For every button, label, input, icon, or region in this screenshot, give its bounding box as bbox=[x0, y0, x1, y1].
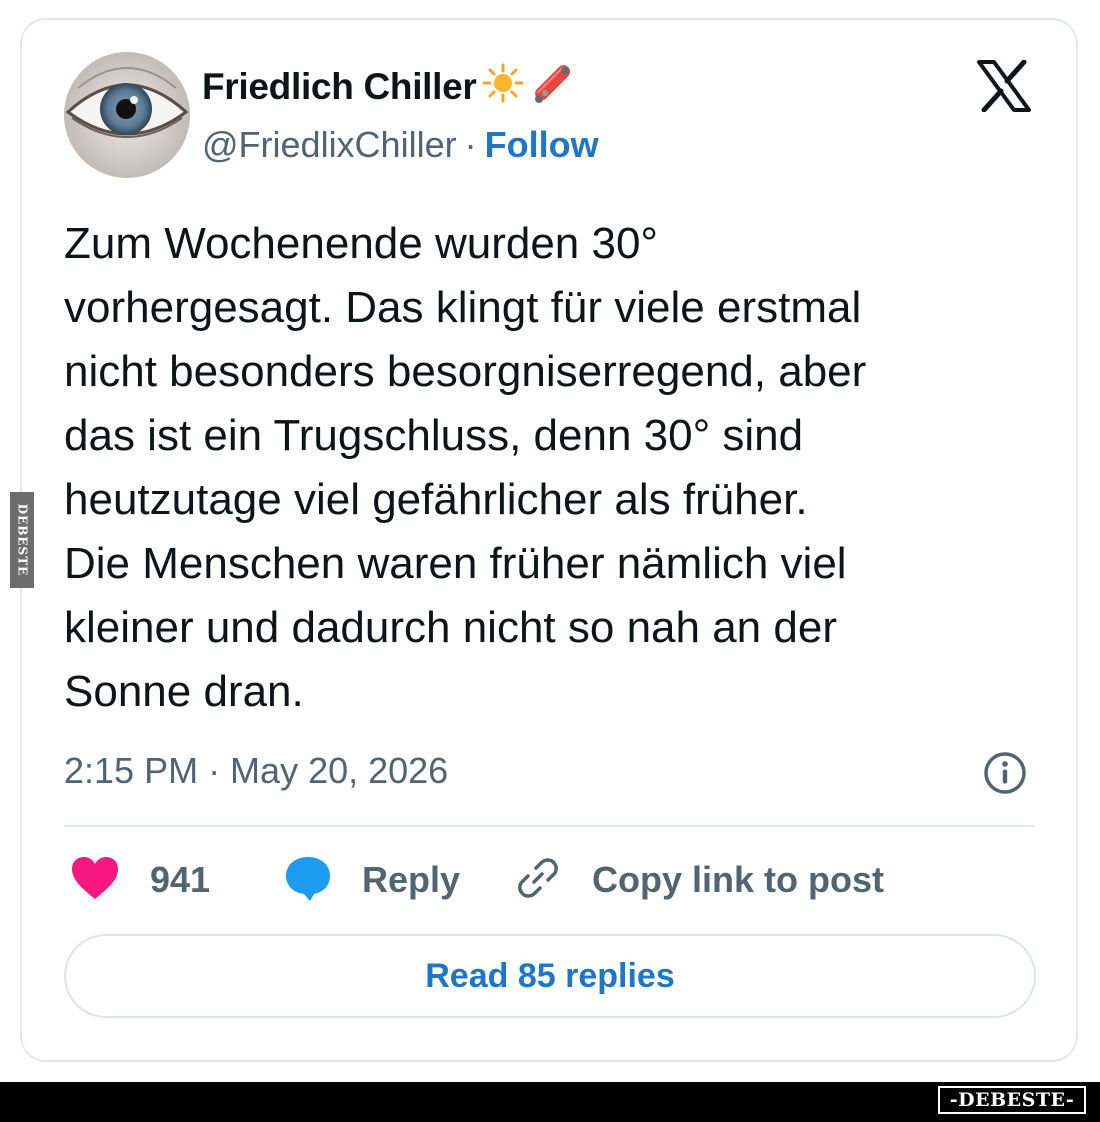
tweet-line: nicht besonders besorgniserregend, aber bbox=[64, 347, 867, 396]
copy-link-label: Copy link to post bbox=[592, 859, 884, 900]
follow-button[interactable]: Follow bbox=[485, 124, 599, 166]
side-watermark: DEBESTE bbox=[10, 492, 34, 588]
tweet-line: das ist ein Trugschluss, denn 30° sind bbox=[64, 411, 804, 460]
user-handle[interactable]: @FriedlixChiller bbox=[202, 124, 457, 166]
link-icon bbox=[514, 854, 562, 907]
action-bar: 941 Reply Copy link to post bbox=[64, 852, 1034, 908]
skateboard-icon bbox=[529, 61, 577, 114]
copy-link-button[interactable]: Copy link to post bbox=[514, 852, 884, 908]
side-watermark-text: DEBESTE bbox=[15, 503, 29, 577]
tweet-line: kleiner und dadurch nicht so nah an der bbox=[64, 603, 837, 652]
like-count: 941 bbox=[150, 859, 211, 900]
tweet-line: Sonne dran. bbox=[64, 667, 304, 716]
tweet-text: Zum Wochenende wurden 30° vorhergesagt. … bbox=[64, 212, 1054, 724]
speech-bubble-icon bbox=[284, 853, 332, 908]
tweet-line: vorhergesagt. Das klingt für viele erstm… bbox=[64, 283, 862, 332]
sun-icon bbox=[481, 63, 525, 112]
bottom-watermark: -DEBESTE- bbox=[938, 1086, 1086, 1114]
display-name[interactable]: Friedlich Chiller bbox=[202, 62, 577, 112]
divider bbox=[64, 825, 1034, 827]
tweet-line: heutzutage viel gefährlicher als früher. bbox=[64, 475, 808, 524]
x-logo-icon[interactable] bbox=[976, 59, 1032, 113]
read-replies-button[interactable]: Read 85 replies bbox=[64, 934, 1036, 1018]
bottom-bar bbox=[0, 1082, 1100, 1122]
reply-label: Reply bbox=[362, 859, 461, 900]
eye-photo bbox=[64, 52, 190, 178]
avatar[interactable] bbox=[64, 52, 190, 178]
heart-icon bbox=[70, 855, 120, 906]
tweet-timestamp[interactable]: 2:15 PM · May 20, 2026 bbox=[64, 748, 448, 794]
info-icon[interactable] bbox=[982, 750, 1028, 796]
display-name-text: Friedlich Chiller bbox=[202, 66, 477, 107]
like-button[interactable]: 941 bbox=[70, 852, 210, 908]
tweet-line: Zum Wochenende wurden 30° bbox=[64, 219, 659, 268]
tweet-line: Die Menschen waren früher nämlich viel bbox=[64, 539, 847, 588]
handle-row: @FriedlixChiller · Follow bbox=[202, 122, 599, 168]
separator-dot: · bbox=[464, 124, 477, 165]
reply-button[interactable]: Reply bbox=[284, 852, 460, 908]
